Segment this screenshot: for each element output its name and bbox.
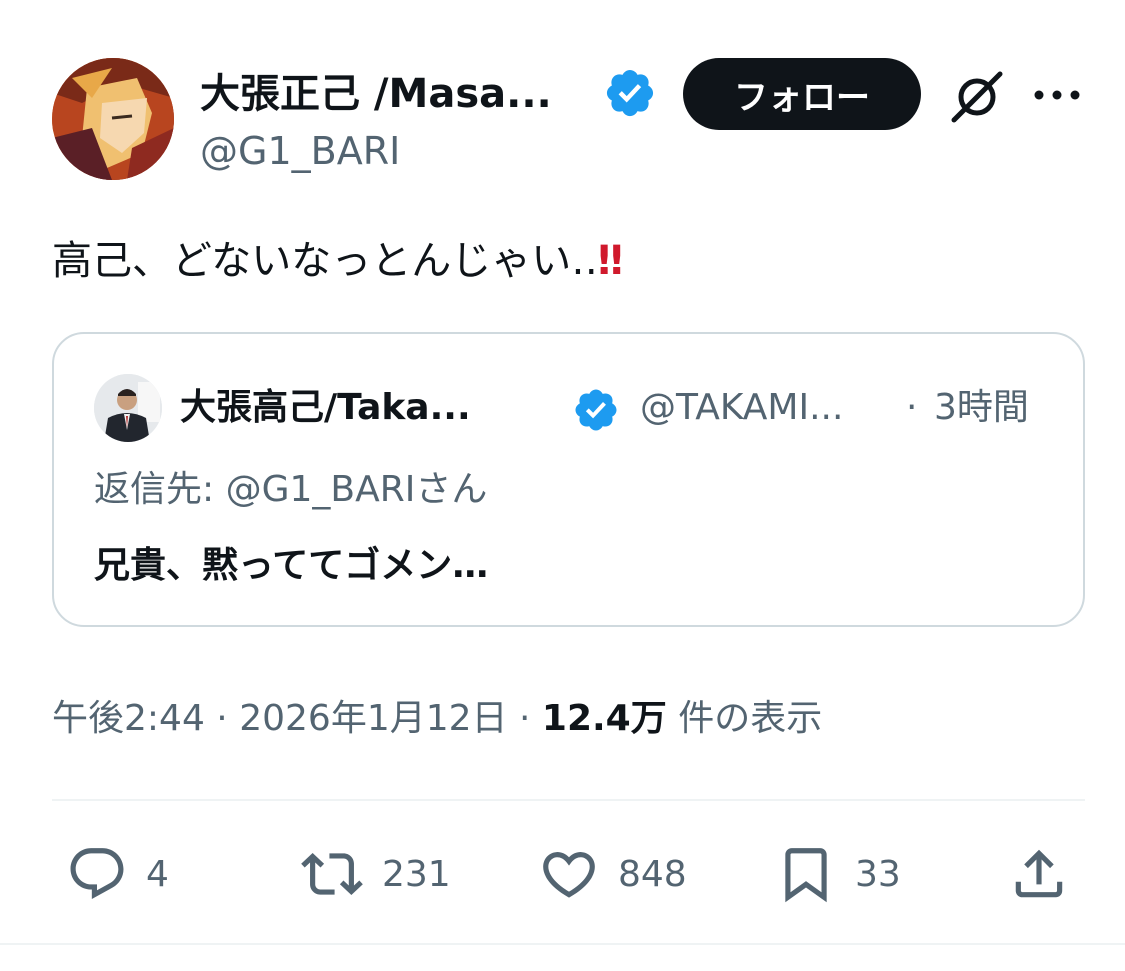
person-avatar-icon — [94, 374, 162, 442]
share-icon — [1015, 849, 1063, 898]
tweet-date[interactable]: 2026年1月12日 — [239, 698, 507, 739]
repost-icon — [301, 853, 363, 895]
quote-reply-to[interactable]: 返信先: @G1_BARIさん — [94, 464, 487, 516]
views-count[interactable]: 12.4万 — [542, 698, 667, 739]
bookmark-count: 33 — [855, 853, 901, 895]
divider — [52, 799, 1085, 801]
quote-timestamp[interactable]: 3時間 — [934, 382, 1029, 434]
bottom-divider — [0, 943, 1125, 945]
reply-count: 4 — [146, 853, 169, 895]
heart-icon — [543, 852, 595, 898]
like-button[interactable]: 848 — [538, 843, 687, 905]
verified-badge-icon[interactable] — [603, 66, 657, 120]
reply-icon — [70, 848, 124, 900]
meta-separator: · — [519, 698, 531, 739]
quote-text: 兄貴、黙っててゴメン… — [94, 545, 489, 586]
meta-separator: · — [216, 698, 228, 739]
follow-button[interactable]: フォロー — [683, 58, 921, 130]
reply-button[interactable]: 4 — [66, 843, 169, 905]
quote-author-avatar[interactable] — [94, 374, 162, 442]
anime-character-avatar-icon — [52, 58, 174, 180]
bookmark-button[interactable]: 33 — [775, 843, 901, 905]
share-button[interactable] — [1008, 843, 1070, 905]
quote-author-handle[interactable]: @TAKAMI... — [640, 382, 843, 434]
author-handle[interactable]: @G1_BARI — [200, 126, 400, 176]
quote-tweet-card[interactable]: 大張高己/Taka... @TAKAMI... · 3時間 返信先: @G1_B… — [52, 332, 1085, 627]
tweet-time[interactable]: 午後2:44 — [52, 698, 205, 739]
more-icon[interactable] — [1032, 85, 1082, 105]
quote-author-display-name[interactable]: 大張高己/Taka... — [180, 382, 471, 434]
author-display-name[interactable]: 大張正己 /Masa... — [200, 66, 552, 122]
grok-icon[interactable] — [948, 70, 1006, 124]
quote-separator: · — [906, 387, 918, 428]
author-avatar[interactable] — [52, 58, 174, 180]
views-label[interactable]: 件の表示 — [678, 698, 822, 739]
tweet-text: 高己、どないなっとんじゃい‥‼ — [52, 233, 623, 289]
tweet-text-body: 高己、どないなっとんじゃい‥ — [52, 238, 598, 284]
repost-count: 231 — [382, 853, 451, 895]
bookmark-icon — [785, 848, 827, 903]
tweet-meta: 午後2:44 · 2026年1月12日 · 12.4万 件の表示 — [52, 694, 822, 744]
double-exclamation-emoji: ‼ — [597, 238, 623, 284]
like-count: 848 — [618, 853, 687, 895]
quote-verified-badge-icon — [572, 386, 620, 434]
repost-button[interactable]: 231 — [300, 843, 451, 905]
